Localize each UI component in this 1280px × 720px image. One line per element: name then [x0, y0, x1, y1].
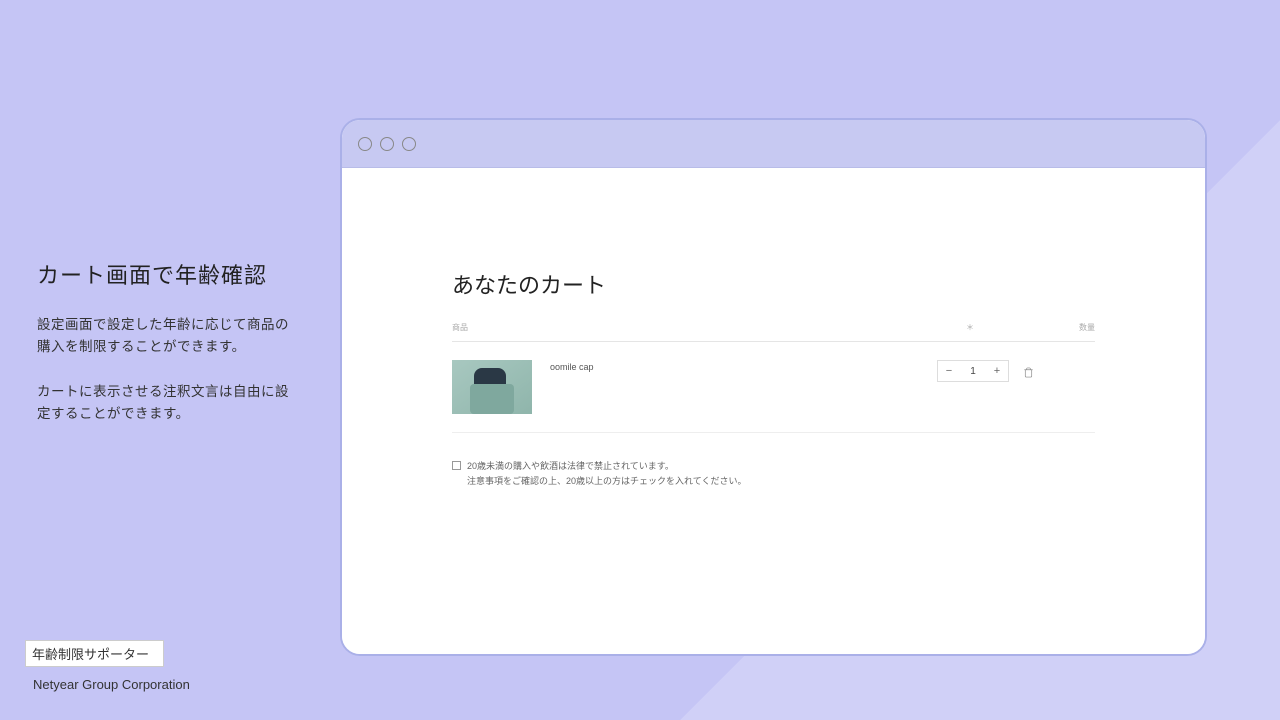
qty-decrease-button[interactable]: − [938, 360, 960, 382]
trash-icon [1023, 367, 1034, 378]
age-checkbox[interactable] [452, 461, 461, 470]
window-control-close[interactable] [358, 137, 372, 151]
qty-box: − 1 + [937, 360, 1009, 382]
product-name[interactable]: oomile cap [550, 362, 937, 372]
cart-header-row: 商品 ＊ 数量 [452, 322, 1095, 342]
age-line-1: 20歳未満の購入や飲酒は法律で禁止されています。 [467, 461, 674, 471]
product-image[interactable] [452, 360, 532, 414]
product-badge: 年齢制限サポーター [25, 640, 164, 667]
age-line-2: 注意事項をご確認の上、20歳以上の方はチェックを入れてください。 [467, 476, 746, 486]
qty-controls: − 1 + [937, 360, 1035, 382]
left-desc-1: 設定画面で設定した年齢に応じて商品の購入を制限することができます。 [37, 314, 297, 357]
left-desc-2: カートに表示させる注釈文言は自由に設定することができます。 [37, 381, 297, 424]
footer-area: 年齢制限サポーター Netyear Group Corporation [25, 640, 190, 692]
window-control-maximize[interactable] [402, 137, 416, 151]
col-product-header: 商品 [452, 322, 905, 333]
qty-increase-button[interactable]: + [986, 360, 1008, 382]
browser-window: あなたのカート 商品 ＊ 数量 oomile cap − 1 + [340, 118, 1207, 656]
browser-header [342, 120, 1205, 168]
cart-item-row: oomile cap − 1 + [452, 342, 1095, 433]
age-text: 20歳未満の購入や飲酒は法律で禁止されています。 注意事項をご確認の上、20歳以… [467, 459, 746, 490]
left-panel: カート画面で年齢確認 設定画面で設定した年齢に応じて商品の購入を制限することがで… [37, 258, 297, 448]
delete-button[interactable] [1023, 365, 1035, 377]
col-qty-header: ＊ [905, 322, 1035, 333]
browser-content: あなたのカート 商品 ＊ 数量 oomile cap − 1 + [342, 168, 1205, 654]
company-name: Netyear Group Corporation [33, 677, 190, 692]
cart-area: あなたのカート 商品 ＊ 数量 oomile cap − 1 + [342, 168, 1205, 490]
window-control-minimize[interactable] [380, 137, 394, 151]
qty-value: 1 [960, 366, 986, 377]
age-verification-notice: 20歳未満の購入や飲酒は法律で禁止されています。 注意事項をご確認の上、20歳以… [452, 459, 1095, 490]
col-total-header: 数量 [1035, 322, 1095, 333]
left-title: カート画面で年齢確認 [37, 258, 297, 290]
cart-title: あなたのカート [452, 268, 1095, 300]
